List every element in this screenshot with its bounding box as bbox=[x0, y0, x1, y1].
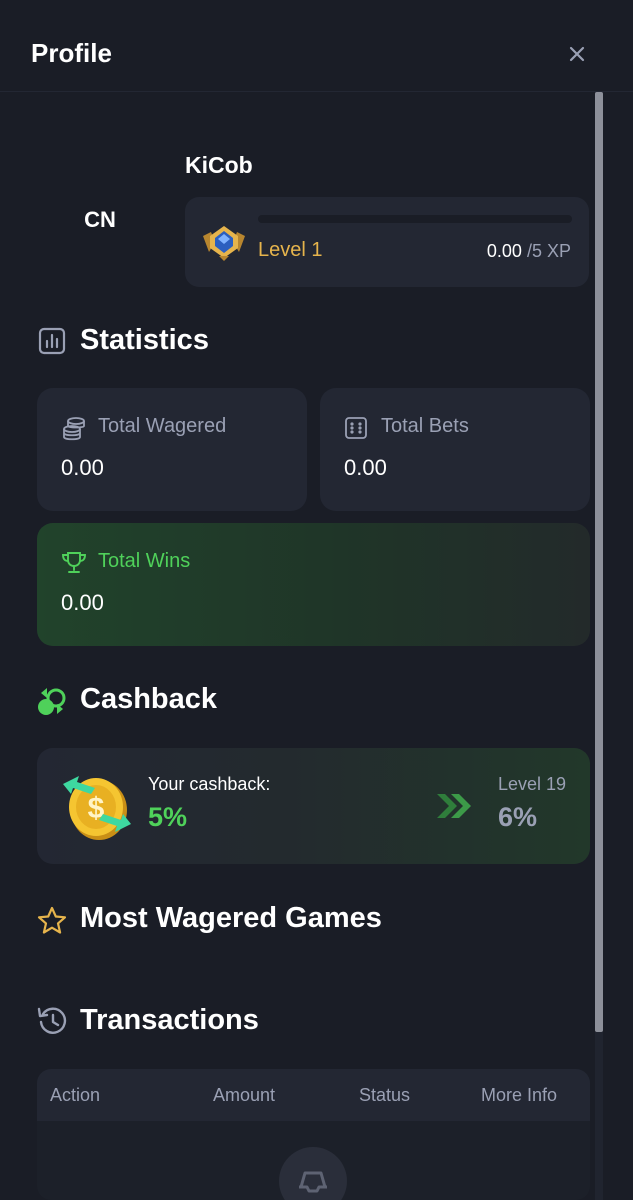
level-label: Level 1 bbox=[258, 239, 323, 261]
transactions-title: Transactions bbox=[80, 1004, 259, 1036]
bar-chart-icon bbox=[38, 327, 66, 355]
xp-progress-bar bbox=[258, 215, 572, 223]
total-wins-card: Total Wins 0.00 bbox=[37, 523, 590, 646]
cashback-title: Cashback bbox=[80, 683, 218, 715]
total-wins-label: Total Wins bbox=[98, 550, 191, 572]
your-cashback-label: Your cashback: bbox=[148, 774, 271, 794]
cashback-coin-icon: $ bbox=[63, 776, 131, 840]
column-amount[interactable]: Amount bbox=[213, 1085, 275, 1106]
xp-readout: 0.00 /5 XP bbox=[487, 241, 571, 262]
star-icon bbox=[37, 906, 67, 934]
table-header: Action Amount Status More Info bbox=[37, 1069, 590, 1121]
cashback-icon bbox=[38, 688, 66, 715]
column-status[interactable]: Status bbox=[359, 1085, 410, 1106]
avatar-initials: CN bbox=[84, 207, 116, 232]
total-bets-value: 0.00 bbox=[344, 455, 387, 480]
next-level-cashback-value: 6% bbox=[498, 802, 538, 832]
empty-state-icon-wrapper bbox=[279, 1147, 347, 1200]
total-bets-label: Total Bets bbox=[381, 415, 469, 437]
column-action[interactable]: Action bbox=[50, 1085, 100, 1106]
avatar: CN bbox=[60, 190, 140, 250]
dice-icon bbox=[345, 417, 367, 439]
profile-header: Profile bbox=[0, 0, 633, 92]
level-badge-icon bbox=[203, 226, 245, 261]
xp-max: /5 XP bbox=[526, 241, 571, 261]
page-title: Profile bbox=[31, 38, 112, 68]
most-wagered-title: Most Wagered Games bbox=[80, 902, 382, 934]
statistics-title: Statistics bbox=[80, 324, 209, 356]
total-wagered-card: Total Wagered 0.00 bbox=[37, 388, 307, 511]
total-wagered-label: Total Wagered bbox=[98, 415, 227, 437]
total-wagered-value: 0.00 bbox=[61, 455, 104, 480]
next-level-label: Level 19 bbox=[498, 774, 567, 794]
your-cashback-value: 5% bbox=[148, 802, 188, 832]
coins-icon bbox=[63, 417, 85, 441]
close-icon bbox=[569, 46, 585, 62]
cashback-card: $ Your cashback: 5% Level 19 6% bbox=[37, 748, 590, 864]
xp-current: 0.00 bbox=[486, 241, 522, 261]
trophy-icon bbox=[62, 552, 86, 573]
total-wins-value: 0.00 bbox=[61, 590, 104, 615]
username: KiCob bbox=[185, 152, 253, 178]
transactions-table: Action Amount Status More Info bbox=[37, 1069, 590, 1200]
empty-inbox-icon bbox=[299, 1171, 327, 1193]
column-more-info[interactable]: More Info bbox=[481, 1085, 557, 1106]
level-card: Level 1 0.00 /5 XP bbox=[185, 197, 589, 287]
close-button[interactable] bbox=[563, 40, 591, 68]
history-icon bbox=[37, 1007, 67, 1034]
double-chevron-right-icon bbox=[437, 794, 471, 818]
total-bets-card: Total Bets 0.00 bbox=[320, 388, 590, 511]
scrollbar-thumb[interactable] bbox=[595, 92, 603, 1032]
